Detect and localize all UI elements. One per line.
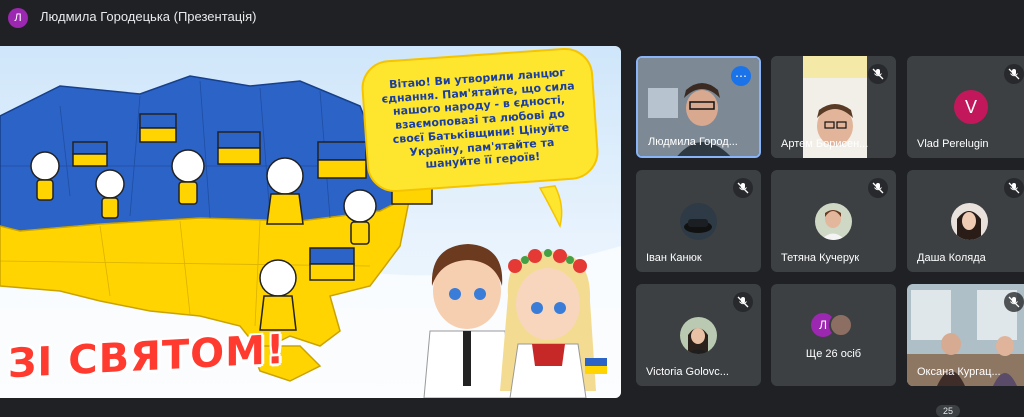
mic-off-icon [1004,64,1024,84]
participant-tile[interactable]: Оксана Кургац... [907,284,1024,386]
mic-off-icon [1004,178,1024,198]
participant-avatar [680,203,717,240]
participant-tile[interactable]: ⋯ Людмила Город... [636,56,761,158]
participant-tile[interactable]: Даша Коляда [907,170,1024,272]
mic-off-icon [733,178,753,198]
participant-tile[interactable]: Артем Борисен... [771,56,896,158]
mic-off-icon [1004,292,1024,312]
mic-off-icon [733,292,753,312]
presenter-avatar: Л [8,8,28,28]
more-options-icon[interactable]: ⋯ [731,66,751,86]
more-participants-tile[interactable]: Л Ще 26 осіб [771,284,896,386]
participant-count-badge[interactable]: 25 [936,405,960,417]
top-bar: Л Людмила Городецька (Презентація) [0,0,1024,34]
participant-name: Іван Канюк [646,252,702,264]
speech-bubble: Вітаю! Ви утворили ланцюг єднання. Пам'я… [359,46,601,194]
participant-avatar [815,203,852,240]
participant-name: Тетяна Кучерук [781,252,860,264]
participant-name: Vlad Perelugin [917,138,989,150]
participant-tile[interactable]: Тетяна Кучерук [771,170,896,272]
participant-name: Артем Борисен... [781,138,869,150]
participant-avatar [829,313,853,337]
mic-off-icon [868,178,888,198]
more-participants-avatars: Л [811,313,861,341]
mic-off-icon [868,64,888,84]
participant-name: Victoria Golovc... [646,366,729,378]
participant-tile[interactable]: Victoria Golovc... [636,284,761,386]
participant-avatar [951,203,988,240]
bubble-text: Вітаю! Ви утворили ланцюг єднання. Пам'я… [381,65,575,172]
participant-name: Оксана Кургац... [917,366,1001,378]
participant-avatar: V [954,90,988,124]
presentation-title: Людмила Городецька (Презентація) [40,9,257,24]
participant-tile[interactable]: V Vlad Perelugin [907,56,1024,158]
participant-tile[interactable]: Іван Канюк [636,170,761,272]
participant-name: Людмила Город... [648,136,738,148]
more-participants-label: Ще 26 осіб [805,348,862,360]
participant-avatar [680,317,717,354]
participant-name: Даша Коляда [917,252,986,264]
presentation-slide: Вітаю! Ви утворили ланцюг єднання. Пам'я… [0,46,621,398]
